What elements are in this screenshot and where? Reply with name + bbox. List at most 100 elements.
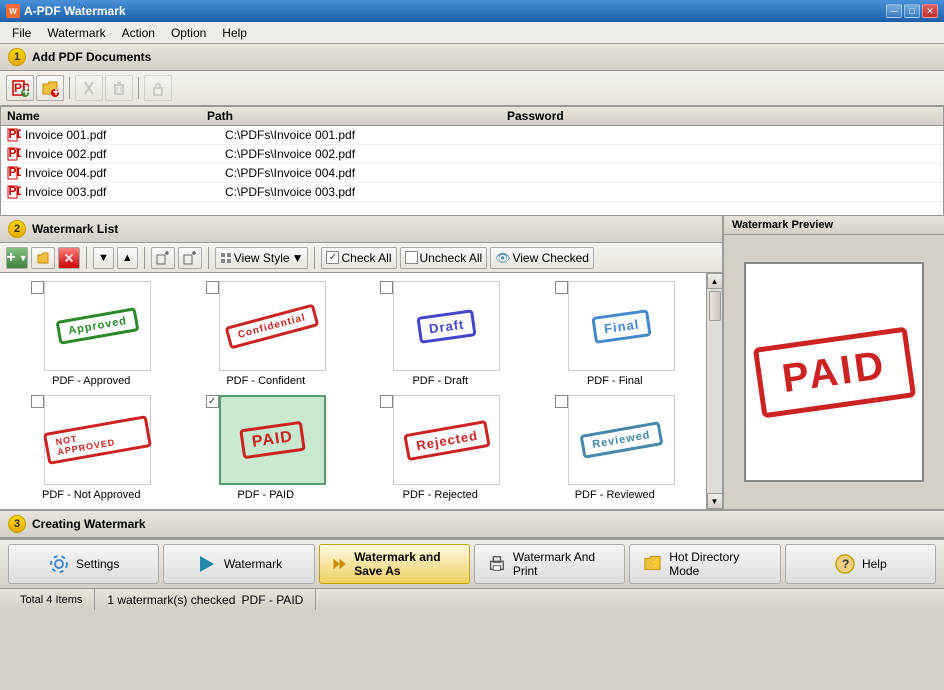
list-item[interactable]: Approved PDF - Approved (8, 281, 175, 387)
wm-thumb-confidential[interactable]: Confidential (219, 281, 326, 371)
watermark-toolbar: + ▼ ▼ ▲ View Style ▼ (0, 243, 722, 273)
svg-text:PDF: PDF (9, 185, 22, 198)
status-total: Total 4 Items (8, 589, 95, 610)
menu-watermark[interactable]: Watermark (39, 24, 113, 42)
hot-directory-button[interactable]: ⚡ Hot Directory Mode (629, 544, 780, 584)
file-list: Name Path Password PDF Invoice 001.pdf C… (0, 106, 944, 216)
menu-bar: File Watermark Action Option Help (0, 22, 944, 44)
watermark-button[interactable]: Watermark (163, 544, 314, 584)
file-path-1: C:\PDFs\Invoice 001.pdf (225, 128, 525, 142)
add-folder-button[interactable]: + (36, 75, 64, 101)
list-item[interactable]: PAID PDF - PAID (183, 395, 350, 501)
view-style-button[interactable]: View Style ▼ (215, 247, 309, 269)
toolbar-sep-2 (138, 77, 139, 99)
watermark-print-button[interactable]: Watermark And Print (474, 544, 625, 584)
wm-label-rejected: PDF - Rejected (403, 489, 478, 501)
wm-thumb-paid[interactable]: PAID (219, 395, 326, 485)
export-button[interactable] (178, 247, 202, 269)
watermark-list-header: 2 Watermark List (0, 216, 722, 243)
wm-checkbox-paid[interactable] (206, 395, 219, 408)
action-toolbar: Settings Watermark Watermark and Save As… (0, 538, 944, 588)
list-item[interactable]: NOT APPROVED PDF - Not Approved (8, 395, 175, 501)
scroll-up-button[interactable]: ▲ (707, 273, 723, 289)
list-item[interactable]: Rejected PDF - Rejected (357, 395, 524, 501)
wm-checkbox-final[interactable] (555, 281, 568, 294)
settings-button[interactable]: Settings (8, 544, 159, 584)
svg-text:?: ? (842, 557, 849, 571)
menu-option[interactable]: Option (163, 24, 214, 42)
table-row[interactable]: PDF Invoice 004.pdf C:\PDFs\Invoice 004.… (1, 164, 943, 183)
wm-checkbox-draft[interactable] (380, 281, 393, 294)
add-pdf-button[interactable]: PDF + (6, 75, 34, 101)
file-path-2: C:\PDFs\Invoice 002.pdf (225, 147, 525, 161)
section-num-1: 1 (8, 48, 26, 66)
scroll-thumb[interactable] (709, 291, 721, 321)
watermark-preview-panel: Watermark Preview PAID (724, 216, 944, 509)
wm-thumb-approved[interactable]: Approved (44, 281, 151, 371)
table-row[interactable]: PDF Invoice 001.pdf C:\PDFs\Invoice 001.… (1, 126, 943, 145)
wm-checkbox-reviewed[interactable] (555, 395, 568, 408)
list-item[interactable]: Reviewed PDF - Reviewed (532, 395, 699, 501)
file-name-1: Invoice 001.pdf (25, 128, 225, 142)
wm-thumb-rejected[interactable]: Rejected (393, 395, 500, 485)
wm-checkbox-confidential[interactable] (206, 281, 219, 294)
wm-thumb-draft[interactable]: Draft (393, 281, 500, 371)
check-all-button[interactable]: Check All (321, 247, 396, 269)
section-num-2: 2 (8, 220, 26, 238)
add-pdf-label: Add PDF Documents (32, 50, 151, 64)
wm-checkbox-rejected[interactable] (380, 395, 393, 408)
uncheck-all-icon (405, 251, 418, 264)
open-watermark-button[interactable] (31, 247, 55, 269)
move-up-button[interactable]: ▲ (117, 247, 138, 269)
watermark-list-label: Watermark List (32, 222, 118, 236)
close-button[interactable]: ✕ (922, 4, 938, 18)
list-item[interactable]: Final PDF - Final (532, 281, 699, 387)
view-checked-button[interactable]: 👁 View Checked (490, 247, 594, 269)
watermark-save-as-button[interactable]: Watermark and Save As (319, 544, 470, 584)
help-button[interactable]: ? Help (785, 544, 936, 584)
uncheck-all-button[interactable]: Uncheck All (400, 247, 488, 269)
menu-file[interactable]: File (4, 24, 39, 42)
col-path-header: Path (207, 109, 507, 123)
menu-help[interactable]: Help (214, 24, 255, 42)
help-label: Help (862, 557, 887, 571)
import-button[interactable] (151, 247, 175, 269)
list-item[interactable]: Draft PDF - Draft (357, 281, 524, 387)
wm-thumb-final[interactable]: Final (568, 281, 675, 371)
file-name-3: Invoice 004.pdf (25, 166, 225, 180)
delete-watermark-button[interactable] (58, 247, 80, 269)
wm-label-notapproved: PDF - Not Approved (42, 489, 140, 501)
app-title: A-PDF Watermark (24, 4, 126, 18)
lock-button (144, 75, 172, 101)
section-num-3: 3 (8, 515, 26, 533)
menu-action[interactable]: Action (114, 24, 163, 42)
title-bar: W A-PDF Watermark ─ □ ✕ (0, 0, 944, 22)
watermark-print-label: Watermark And Print (513, 550, 612, 578)
app-icon: W (6, 4, 20, 18)
table-row[interactable]: PDF Invoice 002.pdf C:\PDFs\Invoice 002.… (1, 145, 943, 164)
file-name-2: Invoice 002.pdf (25, 147, 225, 161)
move-down-button[interactable]: ▼ (93, 247, 114, 269)
svg-text:+: + (23, 85, 30, 97)
wm-thumb-reviewed[interactable]: Reviewed (568, 395, 675, 485)
add-watermark-button[interactable]: + ▼ (6, 247, 28, 269)
file-name-4: Invoice 003.pdf (25, 185, 225, 199)
view-checked-label: View Checked (512, 251, 589, 265)
status-checked: 1 watermark(s) checked PDF - PAID (95, 589, 316, 610)
wm-checkbox-notapproved[interactable] (31, 395, 44, 408)
wm-label-reviewed: PDF - Reviewed (575, 489, 655, 501)
scroll-down-button[interactable]: ▼ (707, 493, 723, 509)
wm-label-confidential: PDF - Confident (226, 375, 305, 387)
minimize-button[interactable]: ─ (886, 4, 902, 18)
svg-text:PDF: PDF (9, 147, 22, 160)
wm-label-draft: PDF - Draft (412, 375, 468, 387)
wm-checkbox-approved[interactable] (31, 281, 44, 294)
wm-thumb-notapproved[interactable]: NOT APPROVED (44, 395, 151, 485)
table-row[interactable]: PDF Invoice 003.pdf C:\PDFs\Invoice 003.… (1, 183, 943, 202)
add-pdf-header: 1 Add PDF Documents (0, 44, 944, 71)
file-list-header: Name Path Password (1, 107, 943, 126)
maximize-button[interactable]: □ (904, 4, 920, 18)
status-bar: Total 4 Items 1 watermark(s) checked PDF… (0, 588, 944, 610)
list-item[interactable]: Confidential PDF - Confident (183, 281, 350, 387)
svg-text:PDF: PDF (9, 128, 22, 141)
